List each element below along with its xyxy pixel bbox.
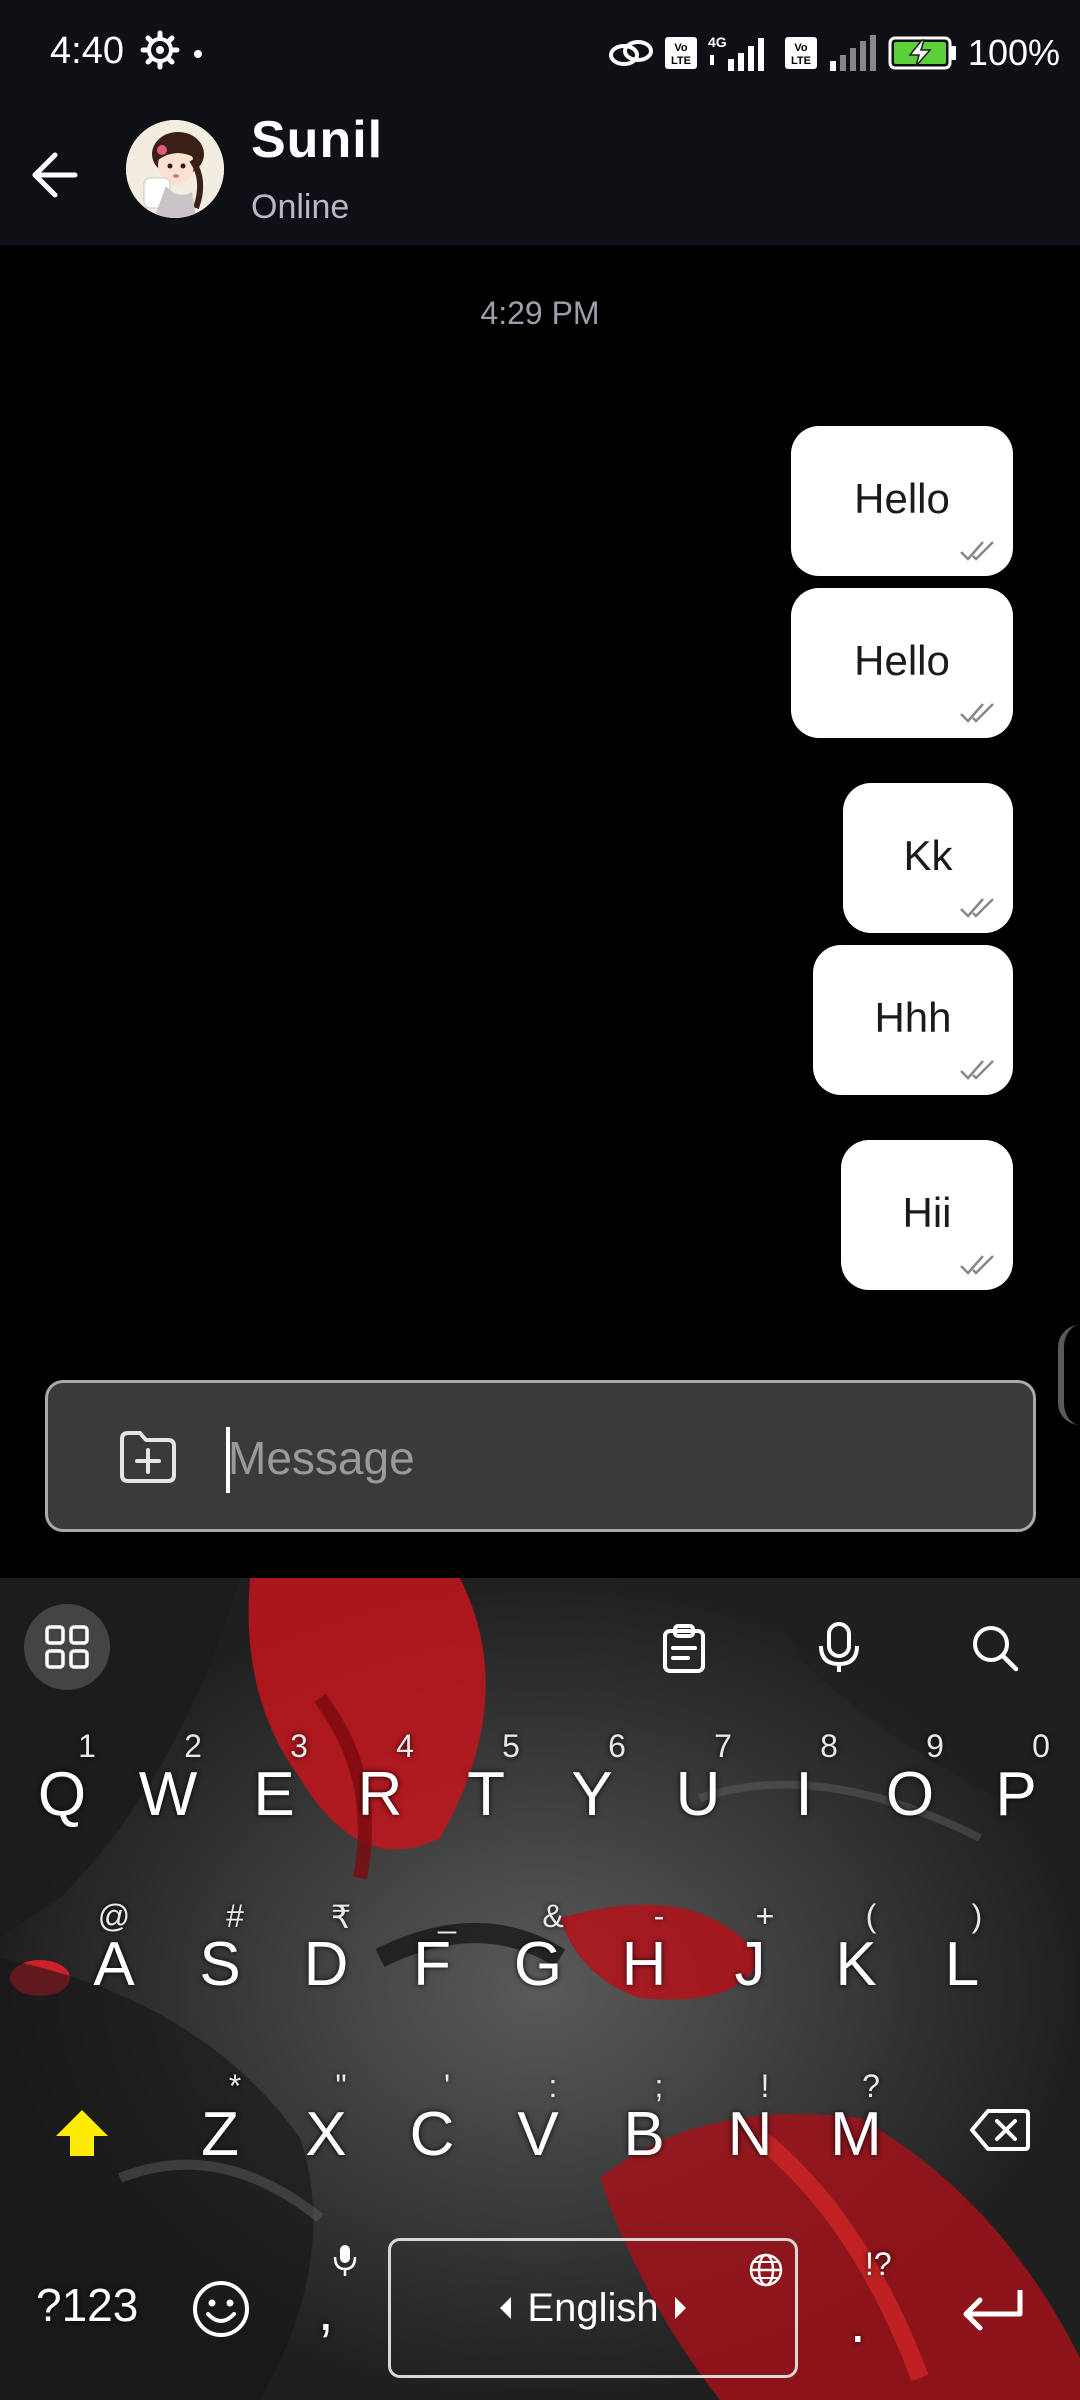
shift-key[interactable] xyxy=(32,2068,132,2178)
attach-file-icon[interactable] xyxy=(116,1427,180,1487)
message-text: Hello xyxy=(854,475,950,522)
spacebar[interactable]: English xyxy=(388,2238,798,2378)
battery-percentage: 100% xyxy=(967,32,1060,73)
clipboard-icon xyxy=(663,1624,705,1673)
avatar-illustration xyxy=(126,120,224,218)
signal-4g-icon: 4G xyxy=(708,34,764,71)
key-b[interactable]: ; B xyxy=(594,2068,694,2178)
double-check-icon xyxy=(960,703,994,723)
time-divider: 4:29 PM xyxy=(480,295,600,331)
message-text: Kk xyxy=(903,832,953,879)
language-prev-icon xyxy=(500,2297,512,2319)
enter-key-icon[interactable] xyxy=(960,2286,1026,2334)
language-next-icon xyxy=(674,2297,686,2319)
message-bubble[interactable]: Hello xyxy=(791,426,1013,576)
message-composer xyxy=(45,1380,1036,1532)
svg-text:Vo: Vo xyxy=(794,42,808,54)
message-bubble[interactable]: Hhh xyxy=(813,945,1013,1095)
key-r[interactable]: 4R xyxy=(330,1728,430,1838)
battery-charging-icon xyxy=(888,36,956,70)
chat-header: Sunil Online xyxy=(0,110,1080,245)
svg-text:Vo: Vo xyxy=(674,42,688,54)
message-input[interactable] xyxy=(228,1413,1008,1503)
period-key[interactable]: . xyxy=(850,2290,866,2355)
key-x[interactable]: " X xyxy=(276,2068,376,2178)
key-k[interactable]: (K xyxy=(806,1898,906,2008)
key-w[interactable]: 2W xyxy=(118,1728,218,1838)
backspace-key[interactable] xyxy=(950,2068,1050,2178)
period-key-hint: !? xyxy=(865,2246,892,2282)
key-m[interactable]: ? M xyxy=(806,2068,906,2178)
symbols-key[interactable]: ?123 xyxy=(36,2278,138,2332)
key-q[interactable]: 1Q xyxy=(12,1728,112,1838)
link-icon xyxy=(608,40,653,66)
key-c[interactable]: ' C xyxy=(382,2068,482,2178)
key-e[interactable]: 3E xyxy=(224,1728,324,1838)
key-y[interactable]: 6Y xyxy=(542,1728,642,1838)
svg-text:LTE: LTE xyxy=(791,55,811,67)
key-a[interactable]: @ A xyxy=(64,1898,164,2008)
grid-icon xyxy=(45,1625,89,1669)
shift-arrow-icon xyxy=(56,2110,108,2156)
back-arrow-icon[interactable] xyxy=(25,140,85,210)
keyboard: 1Q 2W 3E 4R 5T 6Y 7U 8I 9O 0P @ A # S ₹ D _… xyxy=(0,1578,1080,2400)
spacebar-language-label: English xyxy=(527,2285,659,2330)
message-text: Hii xyxy=(902,1189,952,1236)
svg-text:LTE: LTE xyxy=(671,55,691,67)
volte-icon-2: Vo LTE xyxy=(784,37,817,69)
key-f[interactable]: _ F xyxy=(382,1898,482,2008)
contact-status: Online xyxy=(251,188,350,226)
message-list[interactable]: 4:29 PM Hello Hello Kk Hhh Hii xyxy=(0,245,1080,1580)
volte-icon: Vo LTE xyxy=(664,37,697,69)
message-bubble[interactable]: Kk xyxy=(843,783,1013,933)
key-p[interactable]: 0P xyxy=(966,1728,1066,1838)
globe-icon xyxy=(749,2253,783,2287)
double-check-icon xyxy=(960,541,994,561)
key-l[interactable]: ) L xyxy=(912,1898,1012,2008)
notification-dot-icon xyxy=(194,50,202,58)
key-n[interactable]: ! N xyxy=(700,2068,800,2178)
key-h[interactable]: -H xyxy=(594,1898,694,2008)
emoji-key-icon[interactable] xyxy=(190,2278,252,2340)
message-bubble[interactable]: Hello xyxy=(791,588,1013,738)
key-u[interactable]: 7U xyxy=(648,1728,748,1838)
contact-name[interactable]: Sunil xyxy=(251,110,383,170)
scroll-handle[interactable] xyxy=(1058,1325,1080,1425)
status-icons: Vo LTE 4G Vo LTE 100% xyxy=(608,28,1060,78)
microphone-icon xyxy=(819,1622,859,1672)
comma-key[interactable]: , xyxy=(318,2278,334,2343)
message-bubble[interactable]: Hii xyxy=(841,1140,1013,1290)
svg-text:4G: 4G xyxy=(708,34,727,50)
settings-gear-icon xyxy=(140,30,180,70)
key-g[interactable]: & G xyxy=(488,1898,588,2008)
message-text: Hello xyxy=(854,637,950,684)
clipboard-button[interactable] xyxy=(644,1608,724,1688)
key-d[interactable]: ₹ D xyxy=(276,1898,376,2008)
key-v[interactable]: :V xyxy=(488,2068,588,2178)
double-check-icon xyxy=(960,1255,994,1275)
status-bar: 4:40 Vo LTE 4G Vo LTE 100% xyxy=(0,0,1080,110)
comma-mic-hint-icon xyxy=(333,2245,357,2276)
status-time: 4:40 xyxy=(50,30,124,72)
search-icon xyxy=(973,1626,1019,1672)
keyboard-menu-button[interactable] xyxy=(24,1604,110,1690)
signal-icon xyxy=(829,35,876,71)
backspace-icon xyxy=(970,2109,1030,2151)
key-j[interactable]: + J xyxy=(700,1898,800,2008)
keyboard-search-button[interactable] xyxy=(955,1608,1035,1688)
key-i[interactable]: 8I xyxy=(754,1728,854,1838)
double-check-icon xyxy=(960,898,994,918)
voice-input-button[interactable] xyxy=(799,1608,879,1688)
key-s[interactable]: # S xyxy=(170,1898,270,2008)
key-t[interactable]: 5T xyxy=(436,1728,536,1838)
key-o[interactable]: 9O xyxy=(860,1728,960,1838)
double-check-icon xyxy=(960,1060,994,1080)
contact-avatar[interactable] xyxy=(126,120,224,218)
key-z[interactable]: * Z xyxy=(170,2068,270,2178)
message-text: Hhh xyxy=(874,994,952,1041)
